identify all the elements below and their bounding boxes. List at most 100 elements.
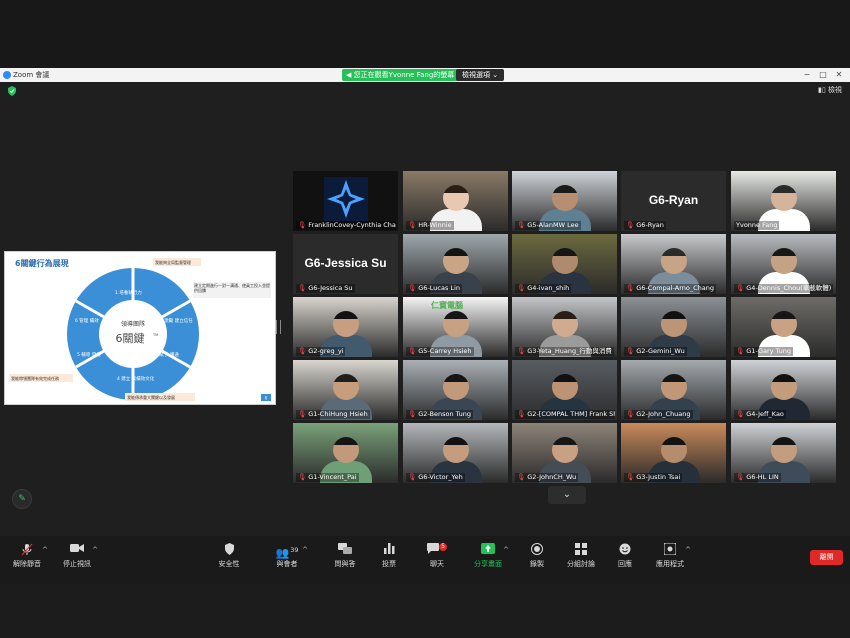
record-label: 錄製 — [530, 560, 544, 568]
participant-name-label: 🎙 G6-HL LIN — [734, 473, 781, 482]
participant-name: G6-Lucas Lin — [418, 284, 460, 292]
participant-tile[interactable]: Yvonne Fang — [731, 171, 836, 231]
muted-mic-icon: 🎙 — [298, 284, 307, 292]
apps-button[interactable]: 應用程式 ^ — [647, 542, 693, 569]
participant-name-label: 🎙 G5-Carrey Hsieh — [406, 347, 474, 356]
participant-name: G1-ChiHung Hsieh — [308, 410, 368, 418]
minimize-icon[interactable]: − — [800, 68, 814, 82]
participant-name-label: 🎙 G5-AlanMW Lee — [515, 221, 581, 230]
participant-tile[interactable]: 🎙 G6-Compal-Arno_Chang — [621, 234, 726, 294]
participants-count: 39 — [290, 546, 299, 554]
participant-tile[interactable]: 🎙 G1-Vincent_Pai — [293, 423, 398, 483]
participant-tile[interactable]: 🎙 G2-[COMPAL THM] Frank Sh... — [512, 360, 617, 420]
muted-mic-icon: 🎙 — [736, 284, 745, 292]
participant-name: G4-ivan_shih — [527, 284, 570, 292]
breakout-rooms-button[interactable]: 分組討論 — [558, 543, 604, 569]
participant-tile[interactable]: G6-Jessica Su 🎙 G6-Jessica Su — [293, 234, 398, 294]
app-title: Zoom 會議 — [13, 71, 50, 79]
bottom-frame-area — [0, 584, 850, 638]
muted-mic-icon: 🎙 — [408, 473, 417, 481]
participants-options-caret[interactable]: ^ — [302, 546, 308, 554]
participant-tile[interactable]: 🎙 HR-Winnie — [403, 171, 508, 231]
unmute-label: 解除靜音 — [13, 560, 41, 568]
participant-head — [443, 374, 469, 400]
participant-head — [661, 374, 687, 400]
note-2: 建立定期進行一對一溝通、使員工投入並提供回饋 — [194, 283, 270, 293]
participant-name-label: 🎙 FranklinCovey-Cynthia Chang — [296, 221, 396, 230]
participant-name: G4-Dennis_Chou(車載軟體) — [746, 284, 832, 292]
participant-name-label: 🎙 G2-John_Chuang — [624, 410, 693, 419]
encryption-shield-icon[interactable] — [7, 86, 17, 96]
participant-tile[interactable]: 🎙 G4-Dennis_Chou(車載軟體) — [731, 234, 836, 294]
participant-tile[interactable]: 🎙 G3-Yeta_Huang_行動與消費 — [512, 297, 617, 357]
view-options-button[interactable]: 檢視選項 ⌄ — [456, 69, 505, 81]
participant-tile[interactable]: 🎙 G2-Benson Tung — [403, 360, 508, 420]
record-button[interactable]: 錄製 — [514, 543, 560, 569]
apps-options-caret[interactable]: ^ — [685, 546, 691, 554]
participant-name-label: 🎙 G2-JohnCH_Wu — [515, 473, 579, 482]
participant-tile[interactable]: 🎙 G6-HL LIN — [731, 423, 836, 483]
participant-name-label: 🎙 G2-Gemini_Wu — [624, 347, 687, 356]
participant-tile[interactable]: 🎙 G2-JohnCH_Wu — [512, 423, 617, 483]
security-button[interactable]: 安全性 — [206, 543, 252, 569]
stop-video-button[interactable]: 停止視訊 ^ — [54, 543, 100, 569]
participant-tile[interactable]: 🎙 G6-Victor_Yeh — [403, 423, 508, 483]
participant-tile[interactable]: 🎙 G1-ChiHung Hsieh — [293, 360, 398, 420]
participant-tile[interactable]: 🎙 FranklinCovey-Cynthia Chang — [293, 171, 398, 231]
annotate-pen-icon[interactable]: ✎ — [12, 489, 32, 509]
view-button[interactable]: ▮▯ 檢視 — [818, 85, 842, 95]
segment-4: 4 建立 高績效文化 — [117, 375, 155, 382]
resize-grip[interactable] — [276, 320, 281, 334]
segment-1: 1 培養執行力 — [115, 289, 142, 296]
participant-display-name: G6-Ryan — [648, 193, 699, 207]
participant-name: G2-Benson Tung — [418, 410, 472, 418]
chat-button[interactable]: 5 聊天 — [414, 543, 460, 569]
participant-name-label: 🎙 G6-Compal-Arno_Chang — [624, 284, 716, 293]
participant-tile[interactable]: 🎙 G5-AlanMW Lee — [512, 171, 617, 231]
franklincovey-logo-icon — [324, 177, 368, 221]
leave-meeting-button[interactable]: 離開 — [810, 550, 843, 565]
participant-tile[interactable]: 🎙 G2-greg_yi — [293, 297, 398, 357]
participant-tile[interactable]: 🎙 G3-Justin Tsai — [621, 423, 726, 483]
participant-tile[interactable]: G6-Ryan 🎙 G6-Ryan — [621, 171, 726, 231]
view-button-label: 檢視 — [827, 86, 842, 94]
view-options-label: 檢視選項 — [462, 71, 490, 79]
gallery-next-page-button[interactable]: ⌄ — [548, 486, 586, 504]
qa-button[interactable]: 問與答 — [322, 543, 368, 569]
participant-name-label: 🎙 G6-Lucas Lin — [406, 284, 462, 293]
participant-tile[interactable]: 🎙 G1-Gary Tung — [731, 297, 836, 357]
video-options-caret[interactable]: ^ — [92, 546, 98, 554]
participants-button[interactable]: 👥39 與會者 ^ — [264, 543, 310, 569]
chat-label: 聊天 — [430, 560, 444, 568]
viewing-banner-text: 您正在觀看Yvonne Fang的螢幕 — [353, 71, 455, 79]
participant-name-label: 🎙 G1-Gary Tung — [734, 347, 793, 356]
participant-tile[interactable]: 仁寶電腦 🎙 G5-Carrey Hsieh — [403, 297, 508, 357]
participant-tile[interactable]: 🎙 G4-ivan_shih — [512, 234, 617, 294]
shared-slide: 6關鍵行為展現 1 培養執行力 2 激勵 建立信任 3 賦予 溝通 4 建立 高… — [5, 252, 275, 404]
maximize-icon[interactable]: □ — [816, 68, 830, 82]
participant-tile[interactable]: 🎙 G2-Gemini_Wu — [621, 297, 726, 357]
unmute-button[interactable]: 解除靜音 ^ — [4, 543, 50, 569]
participant-name: HR-Winnie — [418, 221, 452, 229]
audio-options-caret[interactable]: ^ — [42, 546, 48, 554]
participant-tile[interactable]: 🎙 G6-Lucas Lin — [403, 234, 508, 294]
participant-name-label: 🎙 HR-Winnie — [406, 221, 454, 230]
camera-top-area — [0, 0, 850, 68]
participant-name: G1-Gary Tung — [746, 347, 791, 355]
share-options-caret[interactable]: ^ — [503, 546, 509, 554]
participant-tile[interactable]: 🎙 G4-Jeff_Kao — [731, 360, 836, 420]
participant-tile[interactable]: 🎙 G2-John_Chuang — [621, 360, 726, 420]
participant-name: Yvonne Fang — [736, 221, 778, 229]
participant-head — [771, 311, 797, 337]
polls-icon — [366, 543, 412, 557]
segment-3: 3 賦予 溝通 — [155, 351, 179, 358]
close-icon[interactable]: ✕ — [832, 68, 846, 82]
participant-head — [771, 437, 797, 463]
polls-button[interactable]: 投票 — [366, 543, 412, 569]
participant-name: G1-Vincent_Pai — [308, 473, 357, 481]
reactions-label: 回應 — [618, 560, 632, 568]
reactions-button[interactable]: 回應 — [602, 543, 648, 569]
stop-video-label: 停止視訊 — [63, 560, 91, 568]
center-top-text: 領導團隊 — [121, 320, 145, 328]
share-screen-button[interactable]: 分享畫面 ^ — [465, 543, 511, 569]
